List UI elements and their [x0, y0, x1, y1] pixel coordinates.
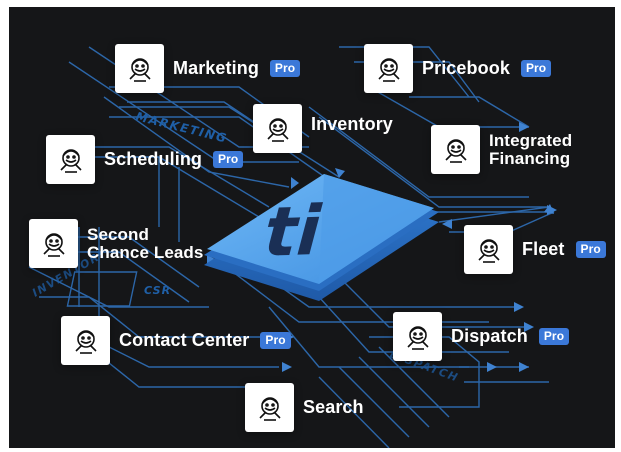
mascot-icon [245, 383, 294, 432]
module-search[interactable]: Search [245, 383, 364, 432]
module-dispatch[interactable]: Dispatch Pro [393, 312, 570, 361]
module-integrated-financing[interactable]: Integrated Financing [431, 125, 572, 174]
module-label: Scheduling [104, 149, 203, 169]
mascot-icon [61, 316, 110, 365]
mascot-icon [46, 135, 95, 184]
mascot-icon [393, 312, 442, 361]
chip-logo-text: ti [262, 192, 325, 273]
module-label: Inventory [311, 114, 393, 134]
module-label: Pricebook [422, 58, 510, 78]
module-fleet[interactable]: Fleet Pro [464, 225, 606, 274]
module-label: Fleet [522, 239, 565, 259]
mascot-icon [29, 219, 78, 268]
module-contact-center[interactable]: Contact Center Pro [61, 316, 291, 365]
module-marketing[interactable]: Marketing Pro [115, 44, 301, 93]
mascot-icon [364, 44, 413, 93]
board-label-csr: CSR [144, 284, 171, 297]
module-label: Second Chance Leads [87, 224, 204, 262]
module-label: Dispatch [451, 326, 528, 346]
pro-badge: Pro [538, 328, 570, 345]
mascot-icon [431, 125, 480, 174]
pro-badge: Pro [520, 60, 552, 77]
mascot-icon [253, 104, 302, 153]
module-pricebook[interactable]: Pricebook Pro [364, 44, 552, 93]
pro-badge: Pro [260, 332, 291, 349]
pro-badge: Pro [269, 60, 301, 77]
module-scheduling[interactable]: Scheduling Pro [46, 135, 244, 184]
central-chip: ti [204, 174, 439, 301]
module-label: Marketing [173, 58, 259, 78]
module-second-chance-leads[interactable]: Second Chance Leads [29, 219, 203, 268]
hero-illustration: MARKETING CSR INVENTORY DISPATCH ti Mark… [9, 7, 615, 448]
module-inventory[interactable]: Inventory [253, 104, 393, 153]
mascot-icon [464, 225, 513, 274]
pro-badge: Pro [575, 241, 606, 258]
module-label: Contact Center [119, 330, 250, 350]
module-label: Search [303, 397, 364, 417]
module-label: Integrated Financing [489, 130, 573, 168]
mascot-icon [115, 44, 164, 93]
pro-badge: Pro [213, 151, 244, 168]
